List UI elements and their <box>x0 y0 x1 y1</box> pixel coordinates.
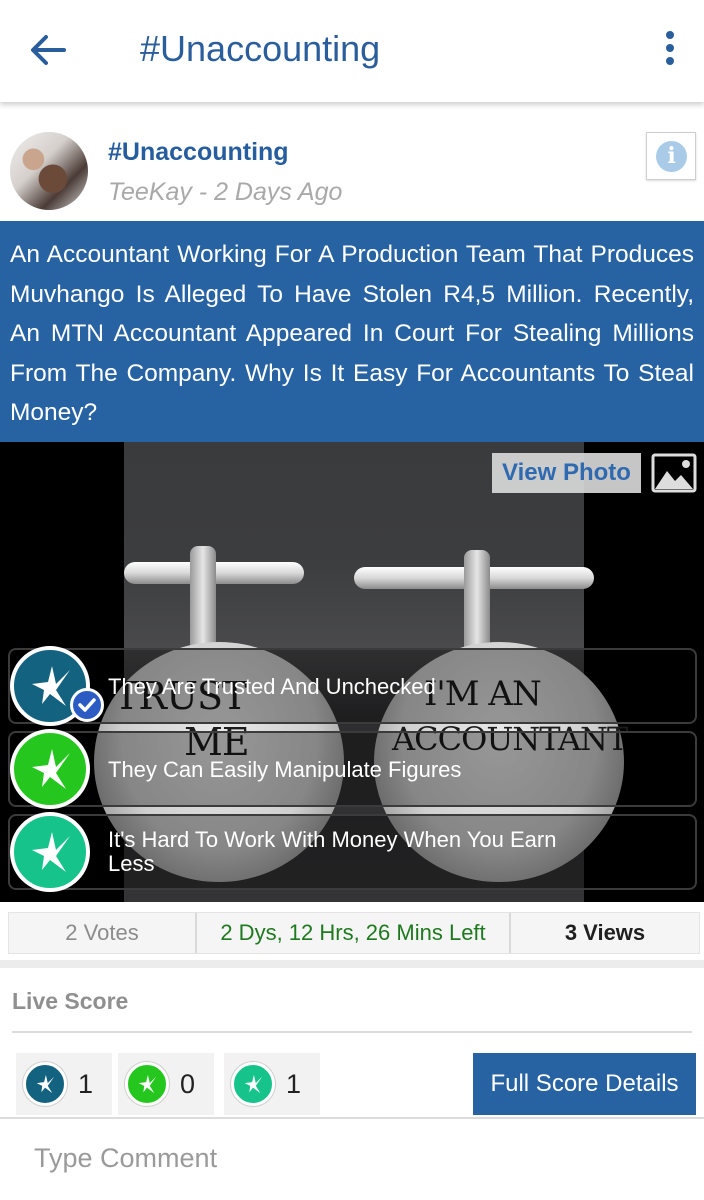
kwikvote-logo-icon <box>32 832 70 872</box>
arrow-left-icon <box>31 35 66 65</box>
question-panel: An Accountant Working For A Production T… <box>0 221 704 442</box>
divider <box>0 1117 704 1119</box>
score-chip: 1 <box>224 1053 320 1115</box>
option-icon <box>10 646 104 726</box>
option-icon <box>125 1062 169 1106</box>
score-count: 0 <box>180 1069 196 1099</box>
option-label: It's Hard To Work With Money When You Ea… <box>108 827 557 876</box>
score-count: 1 <box>78 1069 94 1099</box>
full-score-details-button[interactable]: Full Score Details <box>473 1053 696 1115</box>
views-count: 3 Views <box>564 920 646 945</box>
kwikvote-logo-icon <box>32 749 70 789</box>
score-count: 1 <box>286 1069 302 1099</box>
post-meta: TeeKay - 2 Days Ago <box>108 178 343 206</box>
info-button[interactable]: i <box>646 132 696 180</box>
time-left: 2 Dys, 12 Hrs, 26 Mins Left <box>197 913 511 953</box>
poll-option[interactable]: They Are Trusted And Unchecked <box>8 646 697 726</box>
back-button[interactable] <box>24 26 72 74</box>
score-chip: 0 <box>118 1053 214 1115</box>
kwikvote-logo-icon <box>138 1074 157 1094</box>
info-icon: i <box>656 141 687 172</box>
question-text: An Accountant Working For A Production T… <box>10 241 694 426</box>
avatar[interactable] <box>10 132 88 210</box>
live-score-title: Live Score <box>12 988 129 1014</box>
option-icon <box>10 729 90 809</box>
option-label: They Are Trusted And Unchecked <box>108 674 436 699</box>
poll-photo-area: TRUST ME I'M AN ACCOUNTANT View Photo Th… <box>0 442 704 902</box>
section-divider <box>0 960 704 968</box>
score-chip: 1 <box>16 1053 112 1115</box>
page-title: #Unaccounting <box>140 28 381 69</box>
poll-option[interactable]: It's Hard To Work With Money When You Ea… <box>8 812 697 892</box>
post-header: #Unaccounting TeeKay - 2 Days Ago i <box>0 110 704 220</box>
poll-option[interactable]: They Can Easily Manipulate Figures <box>8 729 697 809</box>
gallery-button[interactable] <box>651 453 697 493</box>
kwikvote-logo-icon <box>36 1074 55 1094</box>
option-icon <box>23 1062 67 1106</box>
option-icon <box>231 1062 275 1106</box>
comment-input[interactable] <box>20 1130 684 1186</box>
option-label: They Can Easily Manipulate Figures <box>108 757 462 782</box>
kwikvote-logo-icon <box>244 1074 263 1094</box>
overflow-menu-button[interactable] <box>652 26 688 74</box>
divider <box>12 1031 692 1033</box>
poll-stats-bar: 2 Votes 2 Dys, 12 Hrs, 26 Mins Left 3 Vi… <box>8 912 700 954</box>
kwikvote-logo-icon <box>32 666 70 706</box>
more-vertical-icon <box>666 31 674 65</box>
votes-count[interactable]: 2 Votes <box>9 913 197 953</box>
option-icon <box>10 812 90 892</box>
view-photo-button[interactable]: View Photo <box>492 453 641 493</box>
post-title[interactable]: #Unaccounting <box>108 138 289 167</box>
selected-check-icon <box>70 688 104 722</box>
app-bar: #Unaccounting <box>0 0 704 102</box>
image-icon <box>651 453 697 493</box>
